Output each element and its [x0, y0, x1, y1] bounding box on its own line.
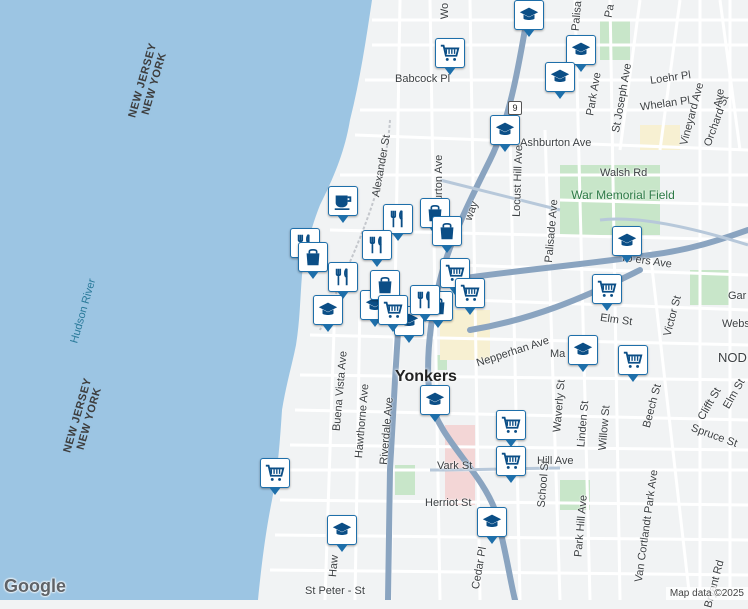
restaurant-marker[interactable] [410, 285, 440, 322]
street-label: Wo [439, 2, 452, 20]
grocery-marker[interactable] [496, 410, 526, 447]
shop-icon [596, 278, 618, 300]
street-label: St Peter - St [305, 585, 365, 597]
grocery-marker[interactable] [260, 458, 290, 495]
street-label: Walsh Rd [600, 167, 648, 179]
school-marker[interactable] [477, 507, 507, 544]
school-icon [481, 511, 503, 533]
shop-icon [264, 462, 286, 484]
shop-icon [382, 299, 404, 321]
school-icon [518, 4, 540, 26]
city-label-yonkers: Yonkers [395, 368, 457, 385]
grocery-marker[interactable] [378, 295, 408, 332]
school-icon [424, 389, 446, 411]
school-marker[interactable] [545, 62, 575, 99]
restaurant-icon [387, 208, 409, 230]
school-icon [494, 119, 516, 141]
park-label-war-memorial: War Memorial Field [571, 188, 675, 202]
school-marker[interactable] [313, 295, 343, 332]
school-icon [616, 230, 638, 252]
shopping-icon [302, 246, 324, 268]
street-label: Gar [728, 290, 747, 302]
restaurant-icon [332, 266, 354, 288]
school-marker[interactable] [612, 226, 642, 263]
street-label: Locust Hill Ave [510, 144, 526, 218]
school-marker[interactable] [514, 0, 544, 37]
cafe-marker[interactable] [328, 186, 358, 223]
school-icon [572, 339, 594, 361]
street-label: Vark St [437, 460, 473, 472]
restaurant-icon [414, 289, 436, 311]
street-label: Herriot St [425, 497, 472, 509]
route-9-shield: 9 [508, 101, 522, 115]
restaurant-marker[interactable] [362, 230, 392, 267]
school-icon [570, 39, 592, 61]
shop-icon [622, 349, 644, 371]
google-logo: Google [4, 576, 66, 596]
street-label: Webst [722, 318, 748, 330]
school-marker[interactable] [566, 35, 596, 72]
restaurant-marker[interactable] [328, 262, 358, 299]
grocery-marker[interactable] [618, 345, 648, 382]
school-marker[interactable] [327, 515, 357, 552]
shop-icon [500, 414, 522, 436]
street-label: Pa [602, 3, 617, 19]
street-label: Babcock Pl [395, 73, 451, 85]
map-attribution: Map data ©2025 [665, 587, 748, 600]
school-marker[interactable] [420, 385, 450, 422]
shopping-bag-marker[interactable] [298, 242, 328, 279]
street-label: Ma [550, 348, 566, 360]
cafe-icon [332, 190, 354, 212]
street-label: Haw [327, 554, 341, 578]
school-marker[interactable] [568, 335, 598, 372]
school-icon [331, 519, 353, 541]
shop-icon [459, 282, 481, 304]
grocery-marker[interactable] [435, 38, 465, 75]
grocery-marker[interactable] [592, 274, 622, 311]
restaurant-icon [366, 234, 388, 256]
shopping-bag-marker[interactable] [432, 216, 462, 253]
shopping-icon [374, 274, 396, 296]
neighborhood-label: NOD [718, 350, 747, 365]
school-marker[interactable] [490, 115, 520, 152]
shopping-icon [436, 220, 458, 242]
shop-icon [500, 450, 522, 472]
shop-icon [439, 42, 461, 64]
street-label: Ashburton Ave [520, 137, 592, 149]
school-icon [317, 299, 339, 321]
park-area [600, 20, 630, 60]
school-icon [549, 66, 571, 88]
grocery-marker[interactable] [496, 446, 526, 483]
grocery-marker[interactable] [455, 278, 485, 315]
